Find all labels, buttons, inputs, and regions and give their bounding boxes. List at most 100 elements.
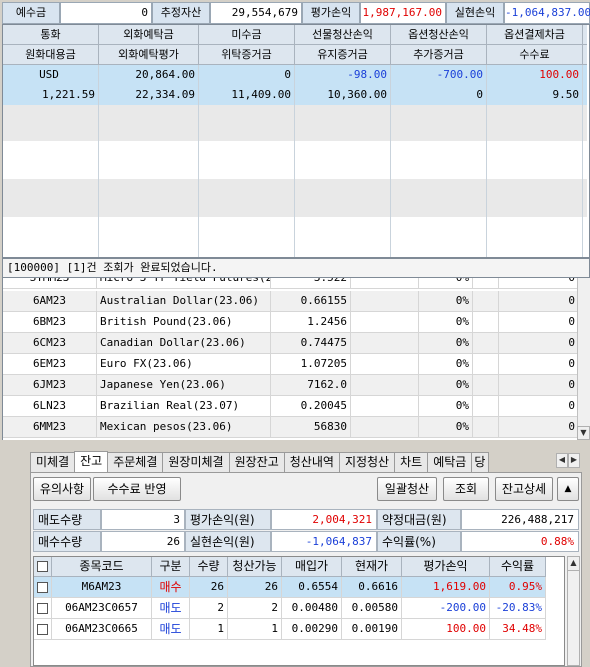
balance-detail-button[interactable]: 잔고상세 <box>495 477 553 501</box>
eval-pl-value: 1,987,167.00 <box>360 2 446 24</box>
position-qty: 26 <box>190 577 228 597</box>
col-fx-deposit: 외화예탁금 <box>99 25 199 44</box>
cell: 0 <box>391 85 487 105</box>
tab-partial[interactable]: 당 <box>471 452 490 472</box>
tab-order-fills[interactable]: 주문체결 <box>107 452 164 472</box>
position-buy-price: 0.6554 <box>282 577 342 597</box>
futures-num: 0 <box>499 312 578 332</box>
futures-price: 0.74475 <box>271 333 351 353</box>
futures-price: 0.66155 <box>271 291 351 311</box>
empty-row <box>3 179 587 217</box>
table-row[interactable]: 06AM23C0657 매도 2 2 0.00480 0.00580 -200.… <box>34 598 546 619</box>
positions-header: 종목코드 구분 수량 청산가능 매입가 현재가 평가손익 수익률 <box>34 557 546 577</box>
tab-chart[interactable]: 차트 <box>394 452 429 472</box>
position-clearable: 1 <box>228 619 282 639</box>
empty-row <box>3 105 587 141</box>
position-current-price: 0.6616 <box>342 577 402 597</box>
empty-row <box>3 141 587 179</box>
tab-deposit[interactable]: 예탁금 <box>427 452 473 472</box>
account-grid-header-row1: 통화 외화예탁금 미수금 선물청산손익 옵션청산손익 옵션결제차금 <box>3 25 587 45</box>
account-row[interactable]: 1,221.59 22,334.09 11,409.00 10,360.00 0… <box>3 85 587 105</box>
eval-pl-won-value: 2,004,321 <box>271 509 377 530</box>
futures-name: Japanese Yen(23.06) <box>97 375 271 395</box>
select-all-checkbox[interactable] <box>34 557 52 576</box>
list-item[interactable]: 6CM23 Canadian Dollar(23.06) 0.74475 0% … <box>3 333 578 354</box>
realized-pl-value: -1,064,837.00 <box>504 2 590 24</box>
tab-clearing-history[interactable]: 청산내역 <box>283 452 340 472</box>
position-code: 06AM23C0657 <box>52 598 152 618</box>
eval-pl-label: 평가손익 <box>302 2 360 24</box>
tab-ledger-unfilled[interactable]: 원장미체결 <box>162 452 230 472</box>
position-side: 매도 <box>152 598 190 618</box>
col-eval-pl: 평가손익 <box>402 557 490 576</box>
fee-apply-button[interactable]: 수수료 반영 <box>93 477 181 501</box>
position-current-price: 0.00580 <box>342 598 402 618</box>
futures-num: 0 <box>499 375 578 395</box>
cell: 20,864.00 <box>99 65 199 85</box>
futures-num: 0 <box>499 278 578 288</box>
buy-qty-value: 26 <box>101 531 185 552</box>
position-code: 06AM23C0665 <box>52 619 152 639</box>
list-item[interactable]: 6EM23 Euro FX(23.06) 1.07205 0% 0 <box>3 354 578 375</box>
positions-scrollbar[interactable]: ▲ <box>567 556 580 666</box>
query-button[interactable]: 조회 <box>443 477 489 501</box>
col-current-price: 현재가 <box>342 557 402 576</box>
bulk-clear-button[interactable]: 일괄청산 <box>377 477 437 501</box>
position-qty: 2 <box>190 598 228 618</box>
list-item[interactable]: SYMM23 Micro 3 Yr Yield Futures(23. 3.52… <box>3 278 578 289</box>
tab-unfilled[interactable]: 미체결 <box>30 452 76 472</box>
position-return: -20.83% <box>490 598 546 618</box>
return-rate-label: 수익률(%) <box>377 531 461 552</box>
position-clearable: 2 <box>228 598 282 618</box>
futures-name: Euro FX(23.06) <box>97 354 271 374</box>
position-eval-pl: 1,619.00 <box>402 577 490 597</box>
empty-row <box>3 217 587 257</box>
col-krw-substitute: 원화대용금 <box>3 45 99 64</box>
futures-code: 6BM23 <box>3 312 97 332</box>
col-currency: 통화 <box>3 25 99 44</box>
list-item[interactable]: 6LN23 Brazilian Real(23.07) 0.20045 0% 0 <box>3 396 578 417</box>
futures-pct: 0% <box>419 375 473 395</box>
deposit-label: 예수금 <box>2 2 60 24</box>
tab-ledger-balance[interactable]: 원장잔고 <box>228 452 285 472</box>
col-buy-price: 매입가 <box>282 557 342 576</box>
futures-name: Mexican pesos(23.06) <box>97 417 271 437</box>
notice-button[interactable]: 유의사항 <box>33 477 91 501</box>
cell: -700.00 <box>391 65 487 85</box>
col-receivable: 미수금 <box>199 25 295 44</box>
tab-designated-clearing[interactable]: 지정청산 <box>338 452 396 472</box>
collapse-up-icon[interactable]: ▲ <box>557 477 579 501</box>
row-checkbox[interactable] <box>34 577 52 597</box>
tab-balance[interactable]: 잔고 <box>74 451 109 473</box>
futures-list-scrollbar[interactable] <box>577 278 590 440</box>
col-additional-margin: 추가증거금 <box>391 45 487 64</box>
position-buy-price: 0.00290 <box>282 619 342 639</box>
col-side: 구분 <box>152 557 190 576</box>
realized-pl-won-label: 실현손익(원) <box>185 531 271 552</box>
tab-scroll-left-icon[interactable]: ◀ <box>556 453 568 468</box>
list-item[interactable]: 6BM23 British Pound(23.06) 1.2456 0% 0 <box>3 312 578 333</box>
tab-scroll-right-icon[interactable]: ▶ <box>568 453 580 468</box>
cell: 11,409.00 <box>199 85 295 105</box>
account-row[interactable]: USD 20,864.00 0 -98.00 -700.00 100.00 <box>3 65 587 85</box>
list-item[interactable]: 6MM23 Mexican pesos(23.06) 56830 0% 0 <box>3 417 578 438</box>
position-code: M6AM23 <box>52 577 152 597</box>
futures-code: 6LN23 <box>3 396 97 416</box>
table-row[interactable]: 06AM23C0665 매도 1 1 0.00290 0.00190 100.0… <box>34 619 546 640</box>
sell-qty-value: 3 <box>101 509 185 530</box>
balance-panel: 유의사항 수수료 반영 일괄청산 조회 잔고상세 ▲ 매도수량 3 평가손익(원… <box>30 472 582 667</box>
futures-code: SYMM23 <box>3 278 97 288</box>
eval-pl-won-label: 평가손익(원) <box>185 509 271 530</box>
list-item[interactable]: 6JM23 Japanese Yen(23.06) 7162.0 0% 0 <box>3 375 578 396</box>
row-checkbox[interactable] <box>34 598 52 618</box>
futures-pct: 0% <box>419 291 473 311</box>
realized-pl-won-value: -1,064,837 <box>271 531 377 552</box>
list-item[interactable]: 6AM23 Australian Dollar(23.06) 0.66155 0… <box>3 291 578 312</box>
futures-code: 6MM23 <box>3 417 97 437</box>
table-row[interactable]: M6AM23 매수 26 26 0.6554 0.6616 1,619.00 0… <box>34 577 546 598</box>
row-checkbox[interactable] <box>34 619 52 639</box>
position-side: 매수 <box>152 577 190 597</box>
scroll-up-arrow-icon[interactable]: ▲ <box>568 557 579 571</box>
scroll-down-arrow-icon[interactable]: ▼ <box>577 426 590 440</box>
position-current-price: 0.00190 <box>342 619 402 639</box>
